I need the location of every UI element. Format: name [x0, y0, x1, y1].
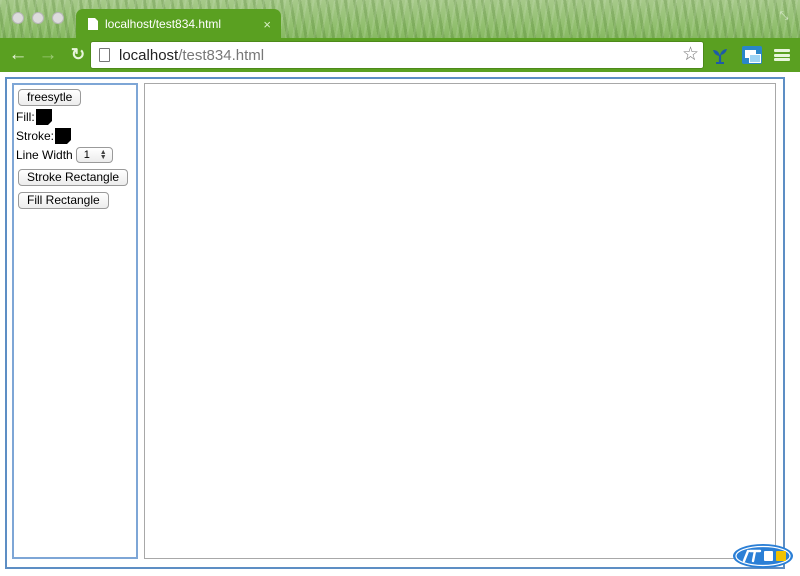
line-width-row: Line Width 1 ▲ ▼ [16, 147, 134, 163]
stroke-rectangle-button[interactable]: Stroke Rectangle [18, 169, 129, 186]
select-arrows-icon: ▲ ▼ [99, 149, 107, 161]
close-window-button[interactable] [12, 12, 24, 24]
drawing-canvas[interactable] [144, 83, 776, 559]
stroke-color-picker[interactable] [55, 128, 72, 144]
browser-chrome: localhost/test834.html × ⤡ ← → ↻ localho… [0, 0, 800, 72]
page-icon [88, 18, 98, 30]
freestyle-button[interactable]: freesytle [18, 89, 82, 106]
window-controls [12, 12, 64, 24]
stroke-label: Stroke: [16, 129, 55, 143]
line-width-select[interactable]: 1 ▲ ▼ [75, 147, 113, 163]
app-container: freesytle Fill: Stroke: Line Width 1 ▲ ▼ … [5, 77, 785, 569]
url-host: localhost [119, 46, 179, 64]
fill-color-picker[interactable] [35, 109, 52, 125]
browser-toolbar: ← → ↻ localhost/test834.html ☆ [0, 38, 800, 72]
screenshot-extension-icon[interactable] [742, 46, 762, 64]
minimize-window-button[interactable] [32, 12, 44, 24]
site-watermark-logo [733, 544, 793, 568]
tab-title: localhost/test834.html [105, 17, 222, 31]
browser-tab[interactable]: localhost/test834.html × [76, 9, 281, 39]
forward-arrow-icon[interactable]: → [36, 43, 60, 67]
fill-label: Fill: [16, 110, 35, 124]
bookmark-star-icon[interactable]: ☆ [682, 44, 699, 66]
fill-rectangle-button[interactable]: Fill Rectangle [18, 192, 109, 209]
tab-close-icon[interactable]: × [263, 17, 271, 32]
tool-panel: freesytle Fill: Stroke: Line Width 1 ▲ ▼ … [12, 83, 138, 559]
reload-icon[interactable]: ↻ [66, 43, 90, 67]
hamburger-menu-icon[interactable] [774, 47, 790, 63]
back-arrow-icon[interactable]: ← [6, 43, 30, 67]
stroke-row: Stroke: [16, 128, 134, 144]
line-width-label: Line Width [16, 148, 73, 162]
fill-row: Fill: [16, 109, 134, 125]
url-path: /test834.html [178, 46, 265, 64]
address-bar[interactable]: localhost/test834.html ☆ [90, 41, 704, 69]
page-icon [99, 48, 110, 62]
restore-window-icon[interactable]: ⤡ [778, 10, 790, 22]
line-width-value: 1 [83, 149, 90, 161]
plant-extension-icon[interactable] [712, 47, 728, 65]
maximize-window-button[interactable] [52, 12, 64, 24]
page-viewport: freesytle Fill: Stroke: Line Width 1 ▲ ▼ … [0, 72, 800, 576]
